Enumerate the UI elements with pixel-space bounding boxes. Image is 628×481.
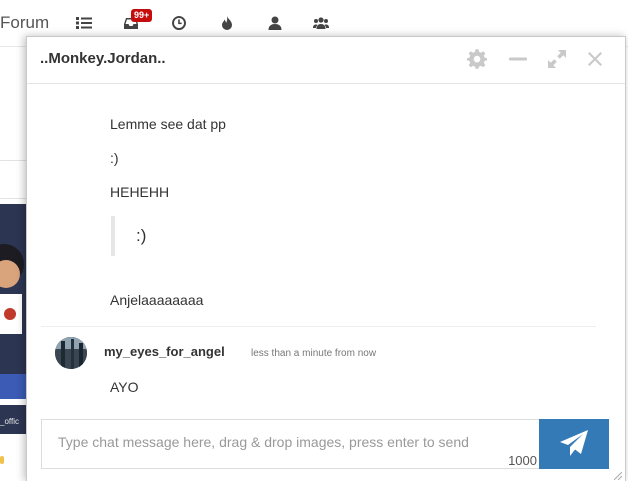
chat-modal: ..Monkey.Jordan.. Lemme see dat pp :) HE… (26, 36, 626, 481)
list-icon[interactable] (76, 15, 94, 33)
message-text: Anjelaaaaaaaa (110, 292, 204, 308)
message-divider (41, 326, 596, 327)
background-divider (0, 198, 26, 199)
message-text: HEHEHH (110, 184, 170, 200)
chat-header: ..Monkey.Jordan.. (27, 37, 625, 84)
chat-composer: 1000 (41, 419, 540, 469)
expand-icon[interactable] (547, 49, 569, 71)
minimize-icon[interactable] (508, 49, 530, 71)
background-profile-image: _offic (0, 204, 26, 434)
notification-badge[interactable]: 99+ (131, 9, 153, 22)
message-blockquote: :) (111, 216, 146, 256)
close-icon[interactable] (585, 49, 607, 71)
send-button[interactable] (539, 419, 609, 469)
forum-brand[interactable]: Forum (0, 13, 49, 33)
paper-plane-icon (560, 430, 588, 456)
clock-icon[interactable] (171, 15, 189, 33)
message-timestamp: less than a minute from now (251, 348, 377, 359)
background-divider (0, 160, 26, 161)
user-icon[interactable] (267, 15, 285, 33)
gear-icon[interactable] (467, 49, 489, 71)
message-text: :) (110, 150, 119, 166)
chat-messages[interactable]: Lemme see dat pp :) HEHEHH :) Anjelaaaaa… (27, 84, 625, 414)
svg-text:_offic: _offic (0, 417, 19, 426)
message-username[interactable]: my_eyes_for_angel (104, 344, 225, 359)
users-icon[interactable] (313, 15, 331, 33)
chat-message-input[interactable] (42, 420, 539, 468)
quote-text: :) (136, 226, 147, 245)
character-counter: 1000 (508, 453, 537, 468)
message-text: Lemme see dat pp (110, 116, 226, 132)
chat-title: ..Monkey.Jordan.. (40, 50, 166, 67)
fire-icon[interactable] (219, 15, 237, 33)
resize-handle-icon[interactable] (614, 472, 622, 480)
avatar[interactable] (55, 337, 87, 369)
message-text: AYO (110, 379, 139, 395)
background-indicator (0, 456, 4, 464)
